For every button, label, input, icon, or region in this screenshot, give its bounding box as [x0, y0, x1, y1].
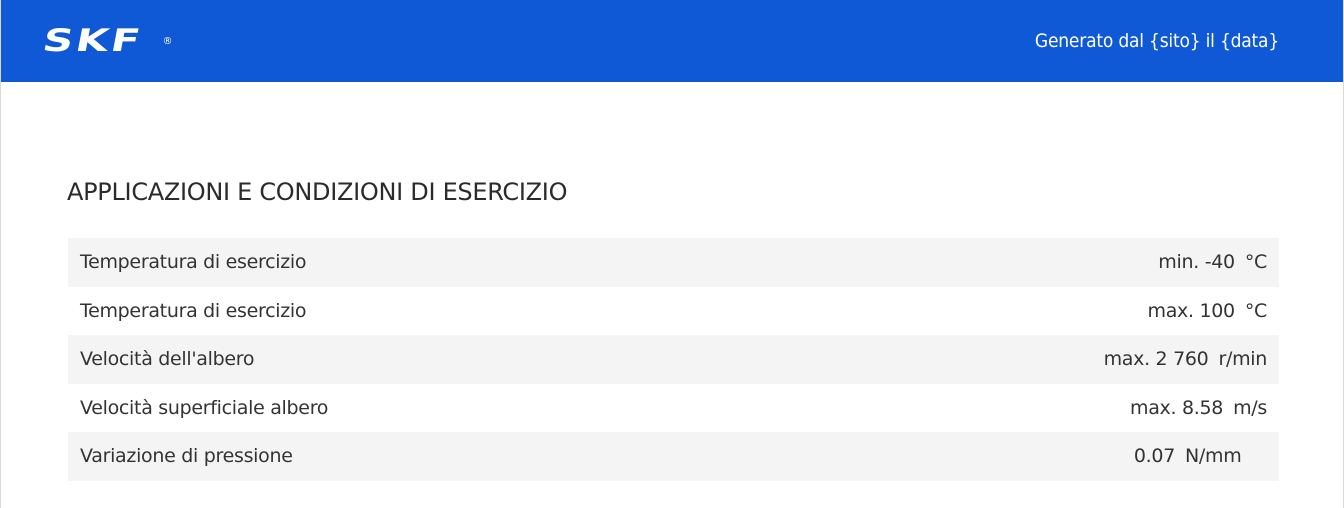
registered-mark: ®: [162, 35, 173, 47]
page: SKF ® Generato dal {sito} il {data} APPL…: [0, 0, 1344, 508]
row-value: min. -40 °C: [785, 238, 1279, 287]
table-row: Velocità dell'albero max. 2 760 r/min: [68, 335, 1279, 384]
table-row: Temperatura di esercizio max. 100 °C: [68, 286, 1279, 335]
row-label: Velocità dell'albero: [68, 335, 786, 384]
value-number: 0.07: [1133, 445, 1175, 468]
value-number: min. -40: [1158, 251, 1235, 274]
skf-logo[interactable]: SKF ®: [39, 22, 173, 59]
value-unit: N/mm: [1185, 445, 1242, 468]
table-row: Temperatura di esercizio min. -40 °C: [68, 238, 1279, 287]
generated-info: Generato dal {sito} il {data}: [1034, 30, 1279, 52]
value-unit: m/s: [1233, 396, 1267, 419]
value-unit: °C: [1244, 299, 1267, 322]
value-number: max. 2 760: [1103, 348, 1209, 371]
specs-table: Temperatura di esercizio min. -40 °C Temp…: [68, 238, 1279, 481]
header-bar: SKF ® Generato dal {sito} il {data}: [1, 0, 1343, 82]
row-value: 0.07 N/mm: [785, 432, 1279, 481]
value-unit: °C: [1244, 251, 1267, 274]
value-number: max. 8.58: [1129, 396, 1224, 419]
row-label: Temperatura di esercizio: [68, 286, 786, 335]
row-label: Velocità superficiale albero: [68, 383, 786, 432]
row-value: max. 100 °C: [785, 286, 1279, 335]
section-title: APPLICAZIONI E CONDIZIONI DI ESERCIZIO: [67, 178, 568, 206]
row-value: max. 8.58 m/s: [785, 383, 1279, 432]
value-number: max. 100: [1147, 299, 1235, 322]
value-unit: r/min: [1218, 348, 1267, 371]
table-row: Variazione di pressione 0.07 N/mm: [68, 432, 1279, 481]
table-row: Velocità superficiale albero max. 8.58 m/…: [68, 383, 1279, 432]
row-label: Variazione di pressione: [68, 432, 786, 481]
logo-text: SKF: [39, 22, 146, 59]
row-label: Temperatura di esercizio: [68, 238, 786, 287]
row-value: max. 2 760 r/min: [785, 335, 1279, 384]
